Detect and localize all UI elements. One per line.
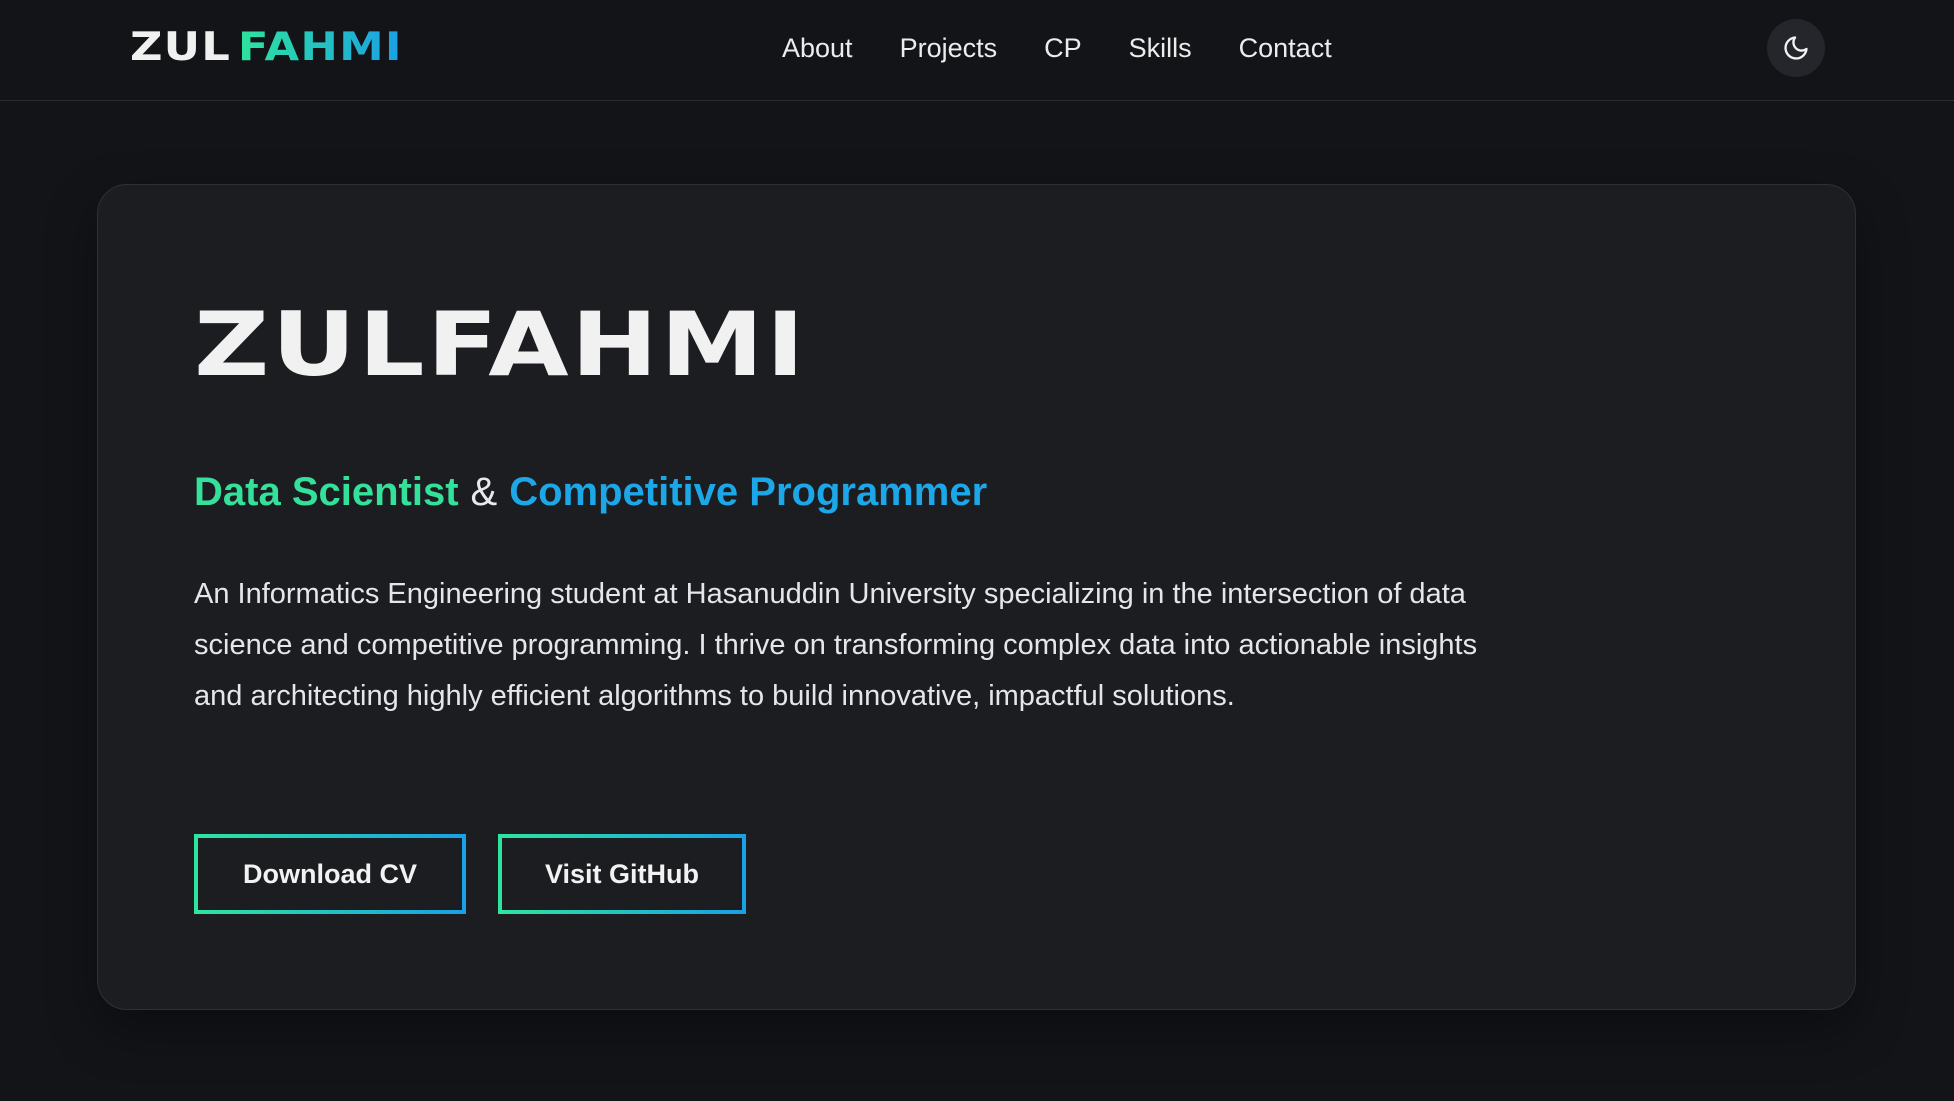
- role-primary: Data Scientist: [194, 470, 459, 514]
- nav-link-contact[interactable]: Contact: [1239, 28, 1332, 68]
- visit-github-label: Visit GitHub: [502, 838, 742, 910]
- role-secondary: Competitive Programmer: [509, 470, 988, 514]
- hero-subtitle: Data Scientist & Competitive Programmer: [194, 464, 987, 520]
- logo-first: ZUL: [130, 25, 231, 70]
- nav-link-about[interactable]: About: [782, 28, 853, 68]
- site-logo[interactable]: ZUL FAHMI: [130, 24, 403, 72]
- moon-icon: [1784, 36, 1808, 60]
- hero-buttons: Download CV Visit GitHub: [194, 834, 746, 914]
- logo-last: FAHMI: [237, 25, 403, 70]
- theme-toggle-button[interactable]: [1767, 19, 1825, 77]
- nav-link-skills[interactable]: Skills: [1129, 28, 1192, 68]
- hero-card: ZULFAHMI Data Scientist & Competitive Prog…: [97, 184, 1856, 1010]
- navbar: ZUL FAHMI About Projects CP Skills Contac…: [0, 0, 1954, 101]
- visit-github-button[interactable]: Visit GitHub: [498, 834, 746, 914]
- download-cv-button[interactable]: Download CV: [194, 834, 466, 914]
- nav-links: About Projects CP Skills Contact: [782, 28, 1379, 68]
- download-cv-label: Download CV: [198, 838, 462, 910]
- nav-link-cp[interactable]: CP: [1044, 28, 1082, 68]
- role-separator: &: [470, 470, 498, 514]
- hero-title: ZULFAHMI: [194, 293, 807, 396]
- nav-link-projects[interactable]: Projects: [900, 28, 998, 68]
- hero-description: An Informatics Engineering student at Ha…: [194, 578, 1478, 712]
